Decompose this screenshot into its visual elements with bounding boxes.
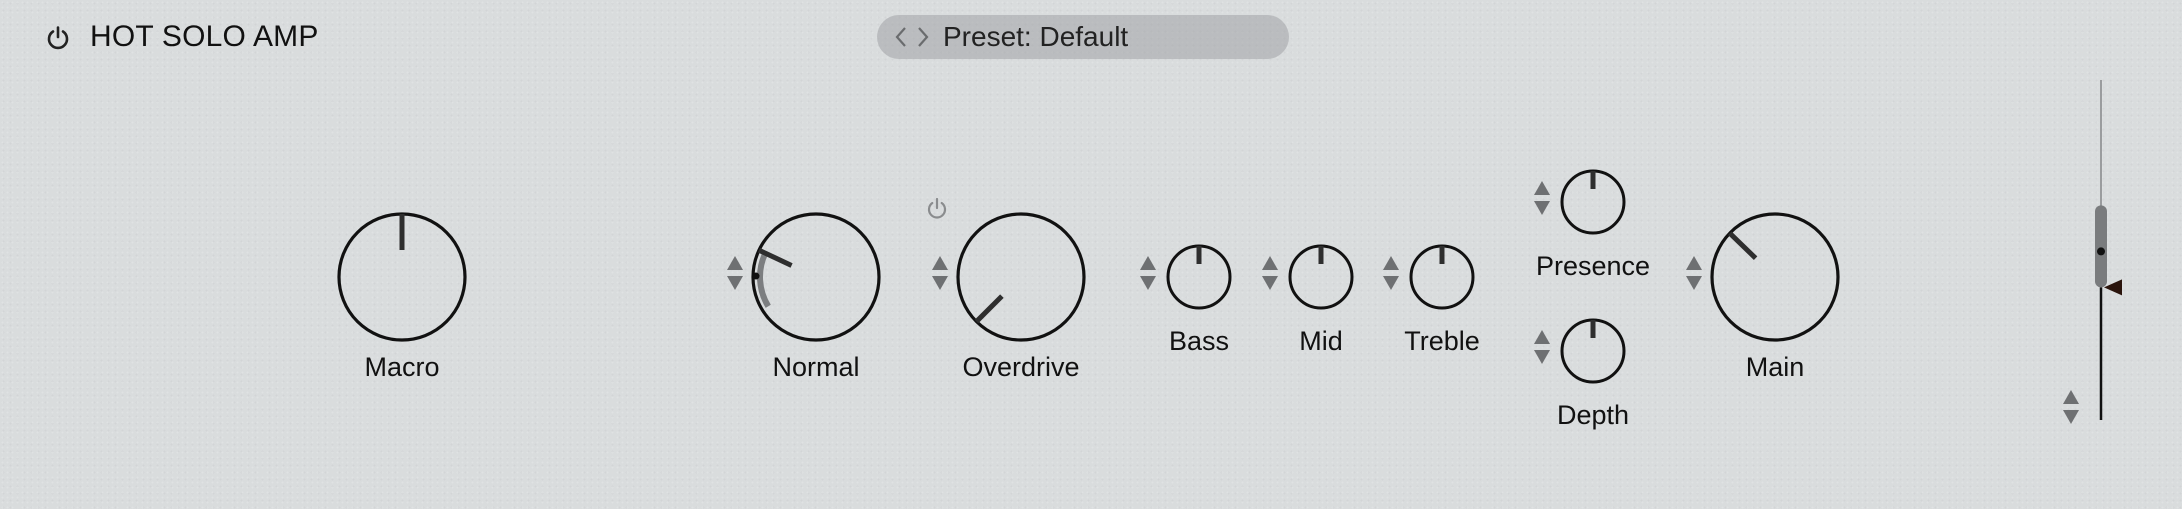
fader-handle [2095,205,2107,288]
knob-presence-label: Presence [1535,251,1651,281]
decrement-arrow-icon[interactable] [932,276,948,290]
knob-presence-stepper[interactable] [1532,179,1552,225]
preset-name: Preset: Default [943,21,1129,52]
increment-arrow-icon[interactable] [1534,181,1550,195]
knob-overdrive-label: Overdrive [962,352,1080,382]
knob-normal-graphic [751,212,881,342]
power-icon [927,197,947,219]
decrement-arrow-icon[interactable] [1534,201,1550,215]
decrement-arrow-icon[interactable] [727,276,743,290]
modulation-dot [752,272,760,280]
decrement-arrow-icon[interactable] [1140,276,1156,290]
knob-main[interactable] [1706,208,1844,346]
output-fader-stepper[interactable] [2061,388,2081,434]
increment-arrow-icon[interactable] [932,256,948,270]
knob-macro[interactable] [333,208,471,346]
knob-body [751,212,881,342]
knob-indicator [1728,231,1758,261]
modulation-arc [757,251,771,308]
plugin-title: HOT SOLO AMP [90,20,319,53]
increment-arrow-icon[interactable] [1262,256,1278,270]
increment-arrow-icon[interactable] [1383,256,1399,270]
increment-arrow-icon[interactable] [1686,256,1702,270]
knob-macro-label: Macro [364,352,440,382]
knob-main-stepper[interactable] [1684,254,1704,300]
knob-presence[interactable] [1556,165,1630,239]
preset-selector[interactable]: Preset: Default [877,15,1289,59]
power-icon [47,26,69,50]
decrement-arrow-icon[interactable] [1534,350,1550,364]
knob-normal-label: Normal [772,352,860,382]
knob-normal-stepper[interactable] [725,254,745,300]
increment-arrow-icon[interactable] [1140,256,1156,270]
knob-mid-graphic [1288,244,1354,310]
knob-macro-graphic [337,212,467,342]
decrement-arrow-icon[interactable] [1262,276,1278,290]
knob-treble-stepper[interactable] [1381,254,1401,300]
knob-depth-label: Depth [1556,400,1630,430]
knob-mid[interactable] [1284,240,1358,314]
knob-bass-label: Bass [1168,326,1230,356]
chevron-right-icon [918,27,929,47]
decrement-arrow-icon[interactable] [2063,410,2079,424]
knob-overdrive-stepper[interactable] [930,254,950,300]
increment-arrow-icon[interactable] [727,256,743,270]
knob-bass-stepper[interactable] [1138,254,1158,300]
preset-prev-button[interactable] [891,17,911,57]
decrement-arrow-icon[interactable] [1686,276,1702,290]
preset-next-button[interactable] [913,17,933,57]
increment-arrow-icon[interactable] [2063,390,2079,404]
knob-mid-label: Mid [1299,326,1343,356]
chevron-left-icon [895,27,906,47]
overdrive-power-button[interactable] [924,196,950,222]
knob-depth[interactable] [1556,314,1630,388]
fader-graphic [2095,80,2122,420]
knob-mid-stepper[interactable] [1260,254,1280,300]
knob-depth-graphic [1560,318,1626,384]
power-button[interactable] [44,24,72,52]
fader-dot [2097,247,2105,256]
knob-indicator [974,294,1004,324]
knob-overdrive[interactable] [952,208,1090,346]
knob-normal[interactable] [747,208,885,346]
knob-treble[interactable] [1405,240,1479,314]
knob-bass[interactable] [1162,240,1236,314]
knob-presence-graphic [1560,169,1626,235]
knob-treble-graphic [1409,244,1475,310]
knob-bass-graphic [1166,244,1232,310]
decrement-arrow-icon[interactable] [1383,276,1399,290]
knob-treble-label: Treble [1404,326,1480,356]
output-fader[interactable] [2060,60,2180,440]
knob-depth-stepper[interactable] [1532,328,1552,374]
knob-main-label: Main [1745,352,1805,382]
knob-main-graphic [1710,212,1840,342]
knob-overdrive-graphic [956,212,1086,342]
increment-arrow-icon[interactable] [1534,330,1550,344]
